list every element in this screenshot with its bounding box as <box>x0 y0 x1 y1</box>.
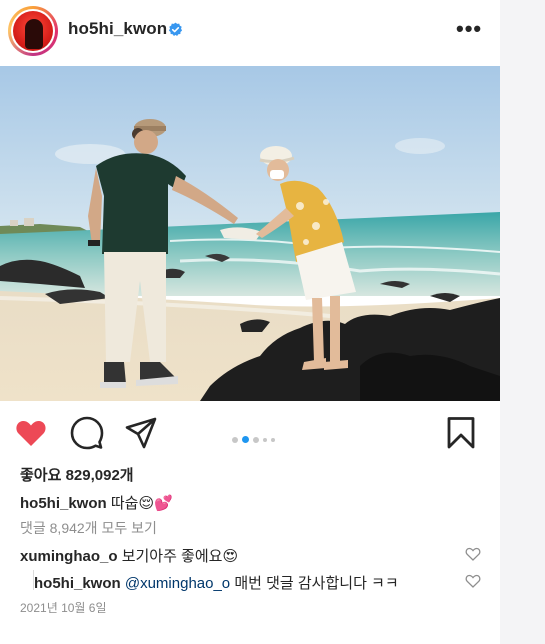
right-gutter <box>500 0 545 644</box>
carousel-dot[interactable] <box>253 436 259 443</box>
action-bar <box>0 410 500 454</box>
caption-username[interactable]: ho5hi_kwon <box>20 495 107 512</box>
reply-comment: ho5hi_kwon @xuminghao_o 매번 댓글 감사합니다 ㅋㅋ <box>34 572 504 593</box>
caption-emojis: 😌💕 <box>138 495 173 512</box>
carousel-dot[interactable] <box>232 436 238 443</box>
heart-icon[interactable] <box>14 416 48 450</box>
comment-username[interactable]: ho5hi_kwon <box>34 575 121 592</box>
post-date: 2021년 10월 6일 <box>20 601 107 615</box>
comment-text: 매번 댓글 감사합니다 ㅋㅋ <box>234 575 399 592</box>
comment-username[interactable]: xuminghao_o <box>20 548 118 565</box>
avatar[interactable] <box>8 6 58 56</box>
view-all-comments-link[interactable]: 댓글 8,942개 모두 보기 <box>20 518 157 538</box>
verified-icon <box>168 22 183 36</box>
carousel-dot[interactable] <box>271 437 275 442</box>
post-header: ho5hi_kwon ••• <box>0 0 500 62</box>
avatar-silhouette <box>25 19 43 49</box>
post-photo[interactable] <box>0 66 500 401</box>
username[interactable]: ho5hi_kwon <box>68 19 167 39</box>
share-icon[interactable] <box>124 416 158 450</box>
avatar-image <box>13 11 53 51</box>
caption: ho5hi_kwon 따숩😌💕 <box>20 492 173 513</box>
comment-text: 보기아주 좋에요 <box>121 548 223 565</box>
comment-like-icon[interactable] <box>465 573 481 589</box>
carousel-dot-active[interactable] <box>242 436 249 443</box>
comment: xuminghao_o 보기아주 좋에요😍 <box>20 545 490 566</box>
comment-emoji: 😍 <box>222 548 239 565</box>
more-icon[interactable]: ••• <box>456 18 482 40</box>
carousel-dot[interactable] <box>263 437 267 442</box>
avatar-inner <box>11 9 55 53</box>
instagram-post: ho5hi_kwon ••• 좋아요 829,092개 ho5hi_kwon 따… <box>0 0 500 644</box>
carousel-indicator <box>232 436 275 443</box>
bookmark-icon[interactable] <box>444 416 478 450</box>
likes-count[interactable]: 좋아요 829,092개 <box>20 464 134 485</box>
comment-mention[interactable]: @xuminghao_o <box>125 575 230 592</box>
caption-text: 따숩 <box>110 495 139 512</box>
comment-like-icon[interactable] <box>465 546 481 562</box>
comment-icon[interactable] <box>70 416 104 450</box>
